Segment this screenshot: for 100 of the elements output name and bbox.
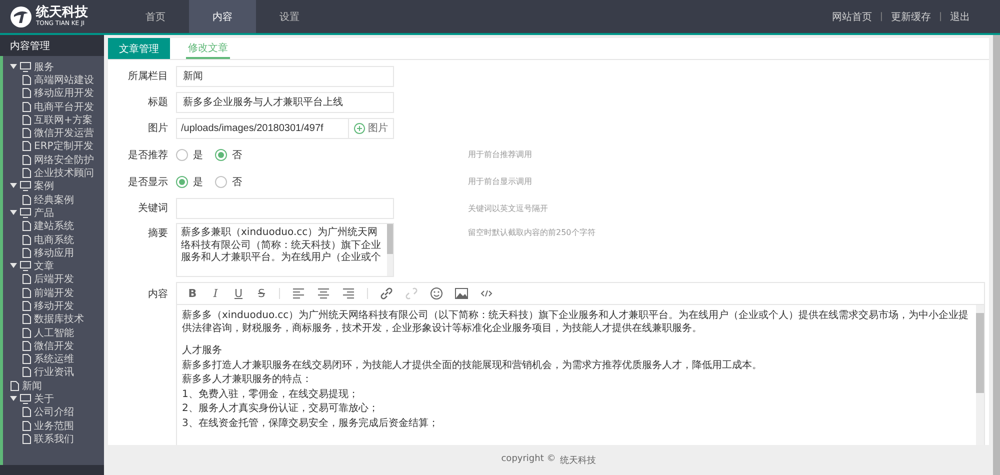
caret-down-icon bbox=[10, 263, 17, 270]
input-field[interactable]: 新闻 bbox=[176, 66, 394, 86]
nav-tab[interactable]: 设置 bbox=[256, 0, 323, 33]
monitor-icon bbox=[20, 181, 31, 192]
file-icon bbox=[22, 88, 31, 98]
radio-option[interactable]: 否 bbox=[215, 174, 242, 188]
tree-item[interactable]: 文章 bbox=[3, 259, 104, 273]
emoji-icon[interactable] bbox=[430, 287, 443, 300]
format-button[interactable]: S bbox=[256, 287, 267, 300]
field-label: 图片 bbox=[147, 122, 169, 135]
copyright-text: copyright © bbox=[501, 454, 556, 466]
tree-item[interactable]: 互联网+方案 bbox=[3, 113, 104, 126]
sidebar-title: 内容管理 bbox=[0, 35, 104, 56]
align-left-icon[interactable] bbox=[292, 287, 305, 300]
paragraph: 薪多多打造人才兼职服务在线交易闭环，为技能人才提供全面的技能展现和营销机会，为需求方推荐优质服务人才，降低用工成本。 bbox=[182, 360, 763, 372]
tree-item[interactable]: 移动应用开发 bbox=[3, 86, 104, 100]
file-icon bbox=[22, 141, 31, 152]
image-icon[interactable] bbox=[455, 287, 468, 300]
tree-item[interactable]: 电商系统 bbox=[3, 232, 104, 246]
caret-down-icon bbox=[10, 210, 17, 216]
tree-item[interactable]: 微信开发运营 bbox=[3, 126, 104, 140]
file-icon bbox=[22, 340, 31, 351]
file-icon bbox=[22, 288, 31, 298]
tree-item[interactable]: 企业技术顾问 bbox=[3, 166, 104, 180]
file-icon bbox=[22, 154, 31, 165]
format-button[interactable]: B bbox=[187, 287, 198, 300]
tree-item[interactable]: 业务范围 bbox=[3, 419, 104, 432]
plus-icon bbox=[354, 122, 365, 134]
nav-tab[interactable]: 首页 bbox=[122, 0, 189, 33]
separator: | bbox=[880, 12, 883, 22]
tab[interactable]: 文章管理 bbox=[108, 38, 170, 59]
caret-down-icon bbox=[10, 183, 17, 190]
align-right-icon[interactable] bbox=[342, 287, 355, 300]
nav-tab[interactable]: 内容 bbox=[189, 0, 256, 33]
radio-button[interactable] bbox=[215, 176, 227, 188]
file-icon bbox=[22, 407, 31, 418]
field-label: 内容 bbox=[147, 288, 169, 302]
file-icon bbox=[22, 128, 31, 138]
logo-icon bbox=[10, 6, 32, 28]
tree-item[interactable]: 产品 bbox=[3, 206, 104, 220]
header-link[interactable]: 退出 bbox=[950, 10, 970, 24]
tree-item[interactable]: 高端网站建设 bbox=[3, 73, 104, 87]
field-label: 标题 bbox=[147, 96, 169, 109]
file-icon bbox=[22, 328, 31, 338]
header-link[interactable]: 更新缓存 bbox=[890, 10, 931, 24]
tree-item[interactable]: 人工智能 bbox=[3, 326, 104, 340]
tree-item[interactable]: 前端开发 bbox=[3, 286, 104, 300]
link-icon[interactable] bbox=[380, 287, 393, 300]
radio-option[interactable]: 是 bbox=[176, 148, 203, 162]
tree-item[interactable]: 电商平台开发 bbox=[3, 100, 104, 114]
tree-item[interactable]: 联系我们 bbox=[3, 432, 104, 446]
help-text: 用于前台推荐调用 bbox=[468, 149, 532, 160]
field-label: 是否显示 bbox=[127, 176, 169, 188]
file-icon bbox=[22, 194, 31, 205]
tree-item[interactable]: 后端开发 bbox=[3, 272, 104, 286]
align-center-icon[interactable] bbox=[317, 287, 330, 300]
tree-item[interactable]: 经典案例 bbox=[3, 192, 104, 206]
file-icon bbox=[22, 74, 31, 85]
header-link[interactable]: 网站首页 bbox=[832, 10, 872, 24]
format-button[interactable]: I bbox=[210, 287, 221, 300]
tree-item[interactable]: 案例 bbox=[3, 180, 104, 193]
company-name: 统天科技 bbox=[560, 454, 596, 466]
paragraph: 3、在线资金托管，保障交易安全，服务完成后资金结算； bbox=[182, 418, 440, 430]
tree-item[interactable]: 移动开发 bbox=[3, 299, 104, 313]
file-icon bbox=[22, 114, 31, 125]
field-label: 是否推荐 bbox=[127, 148, 169, 162]
radio-button[interactable] bbox=[176, 176, 188, 188]
help-text: 用于前台显示调用 bbox=[468, 176, 532, 187]
paragraph: 1、免费入驻，零佣金，在线交易提现； bbox=[182, 388, 360, 401]
file-icon bbox=[22, 314, 31, 324]
format-button[interactable]: U bbox=[233, 287, 244, 300]
monitor-icon bbox=[20, 394, 31, 404]
tree-item[interactable]: 服务 bbox=[3, 60, 104, 74]
input-field[interactable] bbox=[176, 198, 394, 218]
tree-item[interactable]: 建站系统 bbox=[3, 220, 104, 233]
tree-item[interactable]: 新闻 bbox=[3, 379, 104, 392]
file-icon bbox=[22, 248, 31, 258]
radio-option[interactable]: 否 bbox=[215, 148, 242, 162]
caret-down-icon bbox=[10, 64, 17, 70]
tree-item[interactable]: ERP定制开发 bbox=[3, 140, 104, 154]
file-icon bbox=[22, 434, 31, 444]
file-icon bbox=[22, 221, 31, 232]
file-icon bbox=[22, 367, 31, 378]
input-field[interactable]: /uploads/images/20180301/497f 图片 bbox=[176, 118, 394, 138]
radio-option[interactable]: 是 bbox=[176, 174, 203, 188]
file-icon bbox=[10, 380, 19, 391]
file-icon bbox=[22, 354, 31, 364]
tree-item[interactable]: 系统运维 bbox=[3, 352, 104, 366]
tree-item[interactable]: 微信开发 bbox=[3, 339, 104, 353]
radio-button[interactable] bbox=[215, 148, 227, 160]
tree-item[interactable]: 关于 bbox=[3, 392, 104, 406]
tree-item[interactable]: 数据库技术 bbox=[3, 312, 104, 326]
tree-item[interactable]: 网络安全防护 bbox=[3, 153, 104, 166]
radio-button[interactable] bbox=[176, 148, 188, 160]
tree-item[interactable]: 移动应用 bbox=[3, 246, 104, 260]
input-field[interactable]: 薪多多企业服务与人才兼职平台上线 bbox=[176, 92, 394, 112]
separator: | bbox=[938, 12, 942, 22]
tree-item[interactable]: 公司介绍 bbox=[3, 406, 104, 420]
text-area[interactable]: 薪多多兼职（xinduoduo.cc）为广州统天网络科技有限公司（简称：统天科技）旗下企业服务和人才兼职平台。为在线用户（企业或个 bbox=[176, 223, 394, 277]
tree-item[interactable]: 行业资讯 bbox=[3, 366, 104, 380]
